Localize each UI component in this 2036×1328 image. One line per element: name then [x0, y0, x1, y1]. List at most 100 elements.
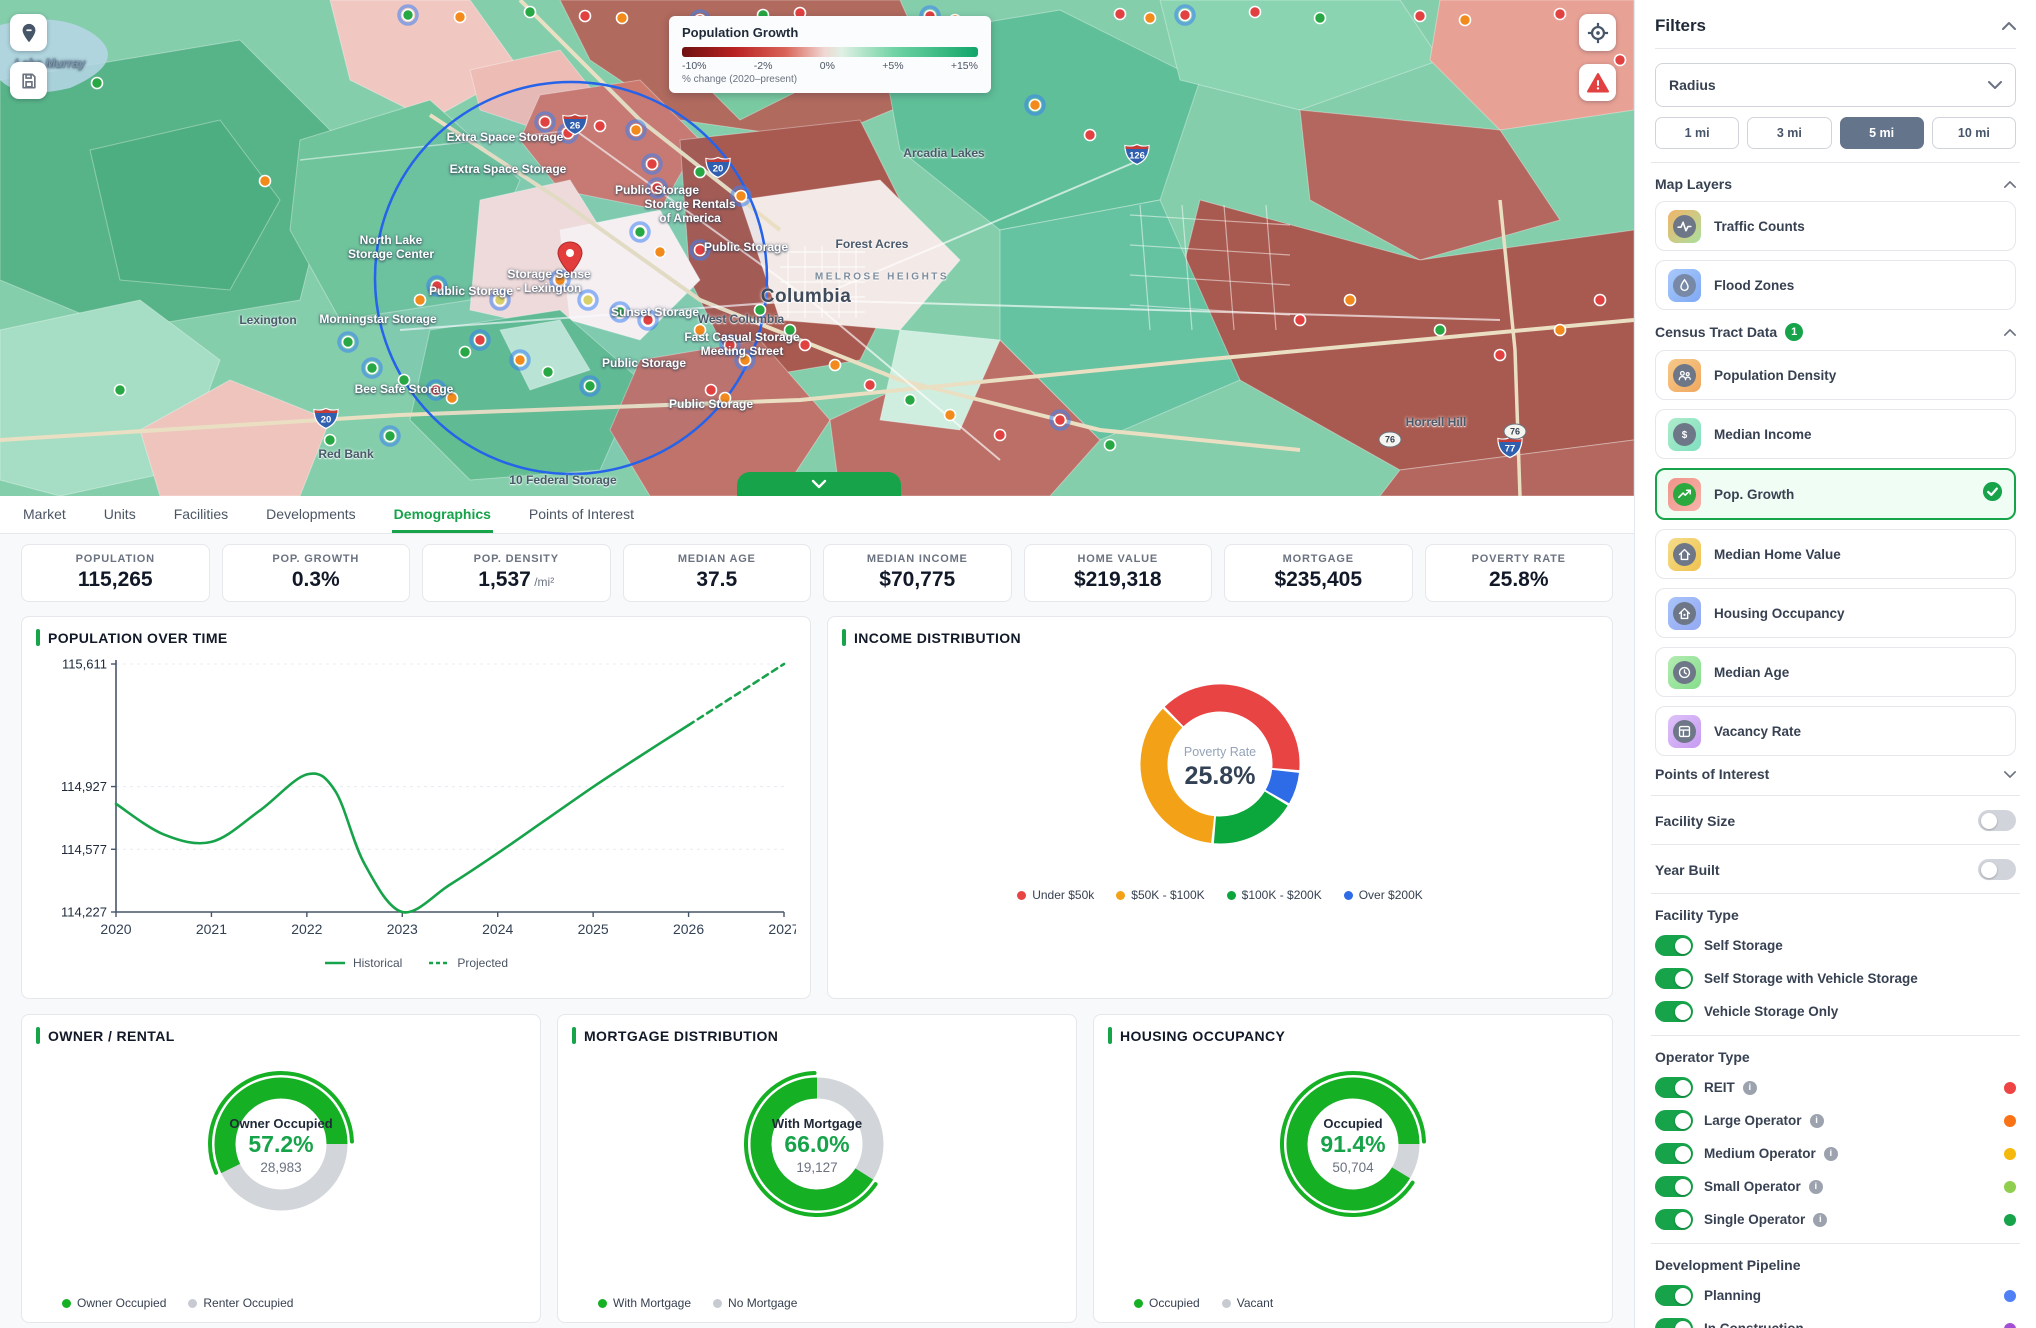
radius-dropdown[interactable]: Radius: [1655, 63, 2016, 107]
facility-dot[interactable]: [720, 393, 731, 404]
vehicle-storage-only-toggle[interactable]: [1655, 1001, 1693, 1022]
facility-dot[interactable]: [580, 11, 591, 22]
facility-dot[interactable]: [367, 363, 378, 374]
facility-dot[interactable]: [1345, 295, 1356, 306]
facility-dot[interactable]: [995, 430, 1006, 441]
facility-dot[interactable]: [403, 10, 414, 21]
layer-item-median-income[interactable]: $Median Income: [1655, 409, 2016, 459]
facility-dot[interactable]: [515, 355, 526, 366]
facility-dot[interactable]: [1555, 9, 1566, 20]
facility-dot[interactable]: [945, 410, 956, 421]
layer-item-vacancy-rate[interactable]: Vacancy Rate: [1655, 706, 2016, 756]
facility-dot[interactable]: [432, 281, 443, 292]
year-built-toggle[interactable]: [1978, 859, 2016, 880]
poi-header[interactable]: Points of Interest: [1655, 766, 2016, 782]
facility-dot[interactable]: [1460, 15, 1471, 26]
medium-operator-toggle[interactable]: [1655, 1143, 1693, 1164]
layer-item-traffic-counts[interactable]: Traffic Counts: [1655, 201, 2016, 251]
facility-dot[interactable]: [1115, 9, 1126, 20]
facility-dot[interactable]: [1555, 325, 1566, 336]
facility-dot[interactable]: [585, 381, 596, 392]
single-operator-toggle[interactable]: [1655, 1209, 1693, 1230]
self-storage-toggle[interactable]: [1655, 935, 1693, 956]
info-icon[interactable]: i: [1809, 1180, 1823, 1194]
info-icon[interactable]: i: [1813, 1213, 1827, 1227]
collapse-map-button[interactable]: [737, 472, 901, 496]
tab-units[interactable]: Units: [102, 497, 138, 533]
facility-dot[interactable]: [695, 245, 706, 256]
facility-dot[interactable]: [635, 227, 646, 238]
facility-dot[interactable]: [543, 367, 554, 378]
in-construction-toggle[interactable]: [1655, 1318, 1693, 1328]
facility-dot[interactable]: [1055, 415, 1066, 426]
facility-dot[interactable]: [555, 275, 566, 286]
radius-option-10mi[interactable]: 10 mi: [1932, 117, 2016, 149]
facility-dot[interactable]: [617, 13, 628, 24]
layer-item-flood-zones[interactable]: Flood Zones: [1655, 260, 2016, 310]
facility-dot[interactable]: [415, 295, 426, 306]
radius-option-5mi[interactable]: 5 mi: [1840, 117, 1924, 149]
facility-dot[interactable]: [1415, 11, 1426, 22]
radius-option-3mi[interactable]: 3 mi: [1747, 117, 1831, 149]
layer-item-median-age[interactable]: Median Age: [1655, 647, 2016, 697]
info-icon[interactable]: i: [1743, 1081, 1757, 1095]
facility-dot[interactable]: [1180, 10, 1191, 21]
facility-dot[interactable]: [631, 125, 642, 136]
tab-demographics[interactable]: Demographics: [392, 497, 493, 533]
facility-dot[interactable]: [92, 78, 103, 89]
map-layers-header[interactable]: Map Layers: [1655, 176, 2016, 192]
facility-dot[interactable]: [495, 295, 506, 306]
info-icon[interactable]: i: [1810, 1114, 1824, 1128]
facility-dot[interactable]: [1105, 440, 1116, 451]
facility-dot[interactable]: [325, 435, 336, 446]
facility-dot[interactable]: [475, 335, 486, 346]
facility-dot[interactable]: [1495, 350, 1506, 361]
facility-dot[interactable]: [1315, 13, 1326, 24]
facility-dot[interactable]: [1435, 325, 1446, 336]
facility-dot[interactable]: [647, 159, 658, 170]
facility-dot[interactable]: [455, 12, 466, 23]
facility-dot[interactable]: [695, 325, 706, 336]
layer-item-median-home-value[interactable]: Median Home Value: [1655, 529, 2016, 579]
facility-dot[interactable]: [1295, 315, 1306, 326]
alerts-button[interactable]: [1579, 64, 1616, 101]
facility-dot[interactable]: [1085, 130, 1096, 141]
map-pin-button[interactable]: [10, 14, 47, 51]
facility-dot[interactable]: [655, 247, 666, 258]
facility-dot[interactable]: [1145, 13, 1156, 24]
facility-dot[interactable]: [260, 176, 271, 187]
facility-dot[interactable]: [725, 340, 736, 351]
facility-dot[interactable]: [1595, 295, 1606, 306]
facility-dot[interactable]: [563, 128, 574, 139]
facility-size-toggle[interactable]: [1978, 810, 2016, 831]
map-canvas[interactable]: Extra Space StorageExtra Space StoragePu…: [0, 0, 1634, 496]
save-map-button[interactable]: [10, 62, 47, 99]
tab-points-of-interest[interactable]: Points of Interest: [527, 497, 636, 533]
facility-dot[interactable]: [431, 385, 442, 396]
facility-dot[interactable]: [525, 7, 536, 18]
radius-option-1mi[interactable]: 1 mi: [1655, 117, 1739, 149]
facility-dot[interactable]: [830, 360, 841, 371]
facility-dot[interactable]: [595, 121, 606, 132]
facility-dot[interactable]: [785, 325, 796, 336]
facility-dot[interactable]: [540, 117, 551, 128]
tab-developments[interactable]: Developments: [264, 497, 358, 533]
tab-market[interactable]: Market: [21, 497, 68, 533]
info-icon[interactable]: i: [1824, 1147, 1838, 1161]
facility-dot[interactable]: [583, 295, 594, 306]
facility-dot[interactable]: [755, 305, 766, 316]
facility-dot[interactable]: [740, 355, 751, 366]
facility-dot[interactable]: [447, 393, 458, 404]
reit-toggle[interactable]: [1655, 1077, 1693, 1098]
layer-item-population-density[interactable]: Population Density: [1655, 350, 2016, 400]
facility-dot[interactable]: [1250, 7, 1261, 18]
tab-facilities[interactable]: Facilities: [172, 497, 230, 533]
facility-dot[interactable]: [115, 385, 126, 396]
facility-dot[interactable]: [615, 307, 626, 318]
facility-dot[interactable]: [460, 347, 471, 358]
layer-item-pop-growth[interactable]: Pop. Growth: [1655, 468, 2016, 520]
facility-dot[interactable]: [1615, 55, 1626, 66]
facility-dot[interactable]: [736, 191, 747, 202]
filters-header[interactable]: Filters: [1655, 16, 2016, 49]
small-operator-toggle[interactable]: [1655, 1176, 1693, 1197]
